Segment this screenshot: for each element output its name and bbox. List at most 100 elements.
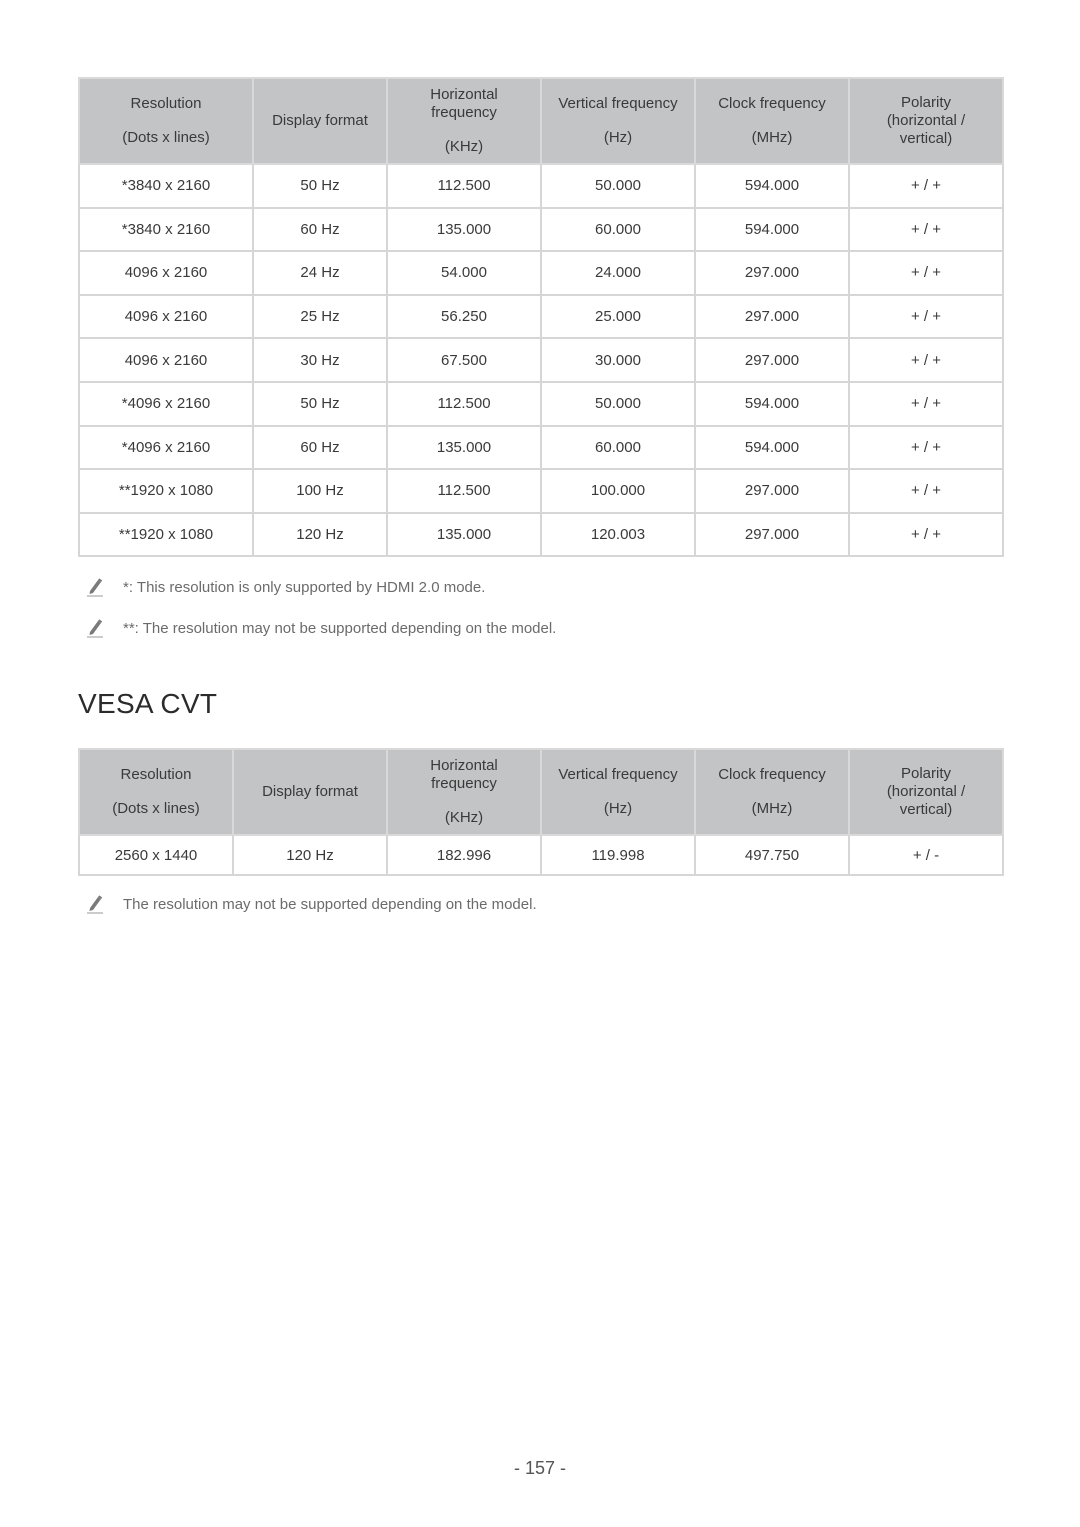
cell-vertical-frequency: 50.000 bbox=[540, 380, 696, 427]
note-hdmi-2-0: *: This resolution is only supported by … bbox=[86, 577, 485, 597]
header-vertical-frequency: Vertical frequency (Hz) bbox=[540, 748, 696, 836]
cell-clock-frequency: 297.000 bbox=[694, 250, 850, 296]
table-row: 4096 x 2160 30 Hz 67.500 30.000 297.000 + / + bbox=[78, 337, 1004, 383]
header-clock-label: Clock frequency bbox=[718, 95, 826, 112]
cell-polarity: + / + bbox=[848, 337, 1004, 383]
page-number: - 157 - bbox=[513, 1458, 567, 1478]
cell-vertical-frequency: 60.000 bbox=[540, 424, 696, 471]
cell-resolution: 2560 x 1440 bbox=[78, 834, 234, 876]
header-display-format-label: Display format bbox=[262, 783, 358, 800]
cell-display-format: 50 Hz bbox=[252, 163, 388, 209]
cell-polarity: + / + bbox=[848, 511, 1004, 558]
cell-resolution: *3840 x 2160 bbox=[78, 206, 254, 253]
cell-polarity: + / + bbox=[848, 468, 1004, 514]
header-vfreq-label: Vertical frequency bbox=[558, 766, 678, 783]
table-row: **1920 x 1080 100 Hz 112.500 100.000 297.000… bbox=[78, 468, 1004, 514]
cell-horizontal-frequency: 135.000 bbox=[386, 511, 542, 558]
header-resolution: Resolution (Dots x lines) bbox=[78, 77, 254, 165]
cell-polarity: + / - bbox=[848, 834, 1004, 876]
header-polarity: Polarity (horizontal / vertical) bbox=[848, 77, 1004, 165]
header-hfreq-unit: (KHz) bbox=[444, 809, 484, 826]
cell-display-format: 30 Hz bbox=[252, 337, 388, 383]
cell-clock-frequency: 594.000 bbox=[694, 424, 850, 471]
table-row: *4096 x 2160 60 Hz 135.000 60.000 594.000 + /… bbox=[78, 424, 1004, 471]
cell-clock-frequency: 297.000 bbox=[694, 293, 850, 340]
cell-vertical-frequency: 50.000 bbox=[540, 163, 696, 209]
table-row: *3840 x 2160 50 Hz 112.500 50.000 594.000 + /… bbox=[78, 163, 1004, 209]
table-row: 4096 x 2160 25 Hz 56.250 25.000 297.000 + / + bbox=[78, 293, 1004, 340]
cell-horizontal-frequency: 112.500 bbox=[386, 468, 542, 514]
cell-resolution: **1920 x 1080 bbox=[78, 468, 254, 514]
cell-clock-frequency: 594.000 bbox=[694, 380, 850, 427]
cell-clock-frequency: 594.000 bbox=[694, 163, 850, 209]
cell-vertical-frequency: 24.000 bbox=[540, 250, 696, 296]
header-hfreq-label: Horizontal frequency bbox=[430, 86, 498, 121]
cell-display-format: 120 Hz bbox=[252, 511, 388, 558]
header-vfreq-unit: (Hz) bbox=[603, 800, 633, 817]
header-display-format: Display format bbox=[252, 77, 388, 165]
cell-clock-frequency: 297.000 bbox=[694, 468, 850, 514]
note-text: **: The resolution may not be supported … bbox=[123, 619, 557, 637]
cell-horizontal-frequency: 67.500 bbox=[386, 337, 542, 383]
header-clock-label: Clock frequency bbox=[718, 766, 826, 783]
cell-resolution: *4096 x 2160 bbox=[78, 424, 254, 471]
header-polarity-label: Polarity (horizontal / vertical) bbox=[886, 765, 966, 818]
table-row: **1920 x 1080 120 Hz 135.000 120.003 297.000… bbox=[78, 511, 1004, 558]
header-clock-frequency: Clock frequency (MHz) bbox=[694, 748, 850, 836]
cell-vertical-frequency: 100.000 bbox=[540, 468, 696, 514]
cell-clock-frequency: 594.000 bbox=[694, 206, 850, 253]
cell-clock-frequency: 497.750 bbox=[694, 834, 850, 876]
cell-resolution: 4096 x 2160 bbox=[78, 293, 254, 340]
cell-vertical-frequency: 30.000 bbox=[540, 337, 696, 383]
cell-horizontal-frequency: 56.250 bbox=[386, 293, 542, 340]
note-model-dependent: **: The resolution may not be supported … bbox=[86, 618, 556, 638]
note-text: *: This resolution is only supported by … bbox=[123, 578, 486, 596]
cell-polarity: + / + bbox=[848, 250, 1004, 296]
cell-display-format: 50 Hz bbox=[252, 380, 388, 427]
cell-horizontal-frequency: 54.000 bbox=[386, 250, 542, 296]
pencil-icon bbox=[87, 578, 103, 597]
cell-clock-frequency: 297.000 bbox=[694, 337, 850, 383]
header-resolution-unit: (Dots x lines) bbox=[112, 800, 200, 817]
timing-table-vesa-cvt: Resolution (Dots x lines) Display format… bbox=[78, 748, 1004, 876]
table-row: *3840 x 2160 60 Hz 135.000 60.000 594.000 + /… bbox=[78, 206, 1004, 253]
cell-horizontal-frequency: 135.000 bbox=[386, 424, 542, 471]
header-display-format: Display format bbox=[232, 748, 388, 836]
header-polarity: Polarity (horizontal / vertical) bbox=[848, 748, 1004, 836]
table-header-row: Resolution (Dots x lines) Display format… bbox=[78, 77, 1004, 165]
cell-polarity: + / + bbox=[848, 293, 1004, 340]
header-clock-unit: (MHz) bbox=[751, 129, 793, 146]
cell-polarity: + / + bbox=[848, 163, 1004, 209]
pencil-icon bbox=[87, 895, 103, 914]
header-display-format-label: Display format bbox=[272, 112, 368, 129]
cell-resolution: *3840 x 2160 bbox=[78, 163, 254, 209]
header-resolution: Resolution (Dots x lines) bbox=[78, 748, 234, 836]
cell-clock-frequency: 297.000 bbox=[694, 511, 850, 558]
table-row: 4096 x 2160 24 Hz 54.000 24.000 297.000 + / + bbox=[78, 250, 1004, 296]
section-title-vesa-cvt: VESA CVT bbox=[78, 688, 218, 719]
note-vesa-model-dependent: The resolution may not be supported depe… bbox=[86, 894, 537, 914]
header-vfreq-label: Vertical frequency bbox=[558, 95, 678, 112]
header-polarity-label: Polarity (horizontal / vertical) bbox=[886, 94, 966, 147]
cell-polarity: + / + bbox=[848, 424, 1004, 471]
cell-vertical-frequency: 25.000 bbox=[540, 293, 696, 340]
header-horizontal-frequency: Horizontal frequency (KHz) bbox=[386, 748, 542, 836]
cell-display-format: 25 Hz bbox=[252, 293, 388, 340]
pencil-icon bbox=[87, 619, 103, 638]
header-resolution-label: Resolution bbox=[120, 766, 192, 783]
cell-display-format: 120 Hz bbox=[232, 834, 388, 876]
header-hfreq-unit: (KHz) bbox=[444, 138, 484, 155]
cell-display-format: 60 Hz bbox=[252, 206, 388, 253]
cell-display-format: 60 Hz bbox=[252, 424, 388, 471]
header-resolution-unit: (Dots x lines) bbox=[122, 129, 210, 146]
cell-horizontal-frequency: 112.500 bbox=[386, 380, 542, 427]
cell-horizontal-frequency: 135.000 bbox=[386, 206, 542, 253]
header-clock-frequency: Clock frequency (MHz) bbox=[694, 77, 850, 165]
header-horizontal-frequency: Horizontal frequency (KHz) bbox=[386, 77, 542, 165]
cell-resolution: 4096 x 2160 bbox=[78, 337, 254, 383]
cell-polarity: + / + bbox=[848, 380, 1004, 427]
header-vfreq-unit: (Hz) bbox=[603, 129, 633, 146]
cell-display-format: 24 Hz bbox=[252, 250, 388, 296]
cell-horizontal-frequency: 182.996 bbox=[386, 834, 542, 876]
cell-resolution: 4096 x 2160 bbox=[78, 250, 254, 296]
